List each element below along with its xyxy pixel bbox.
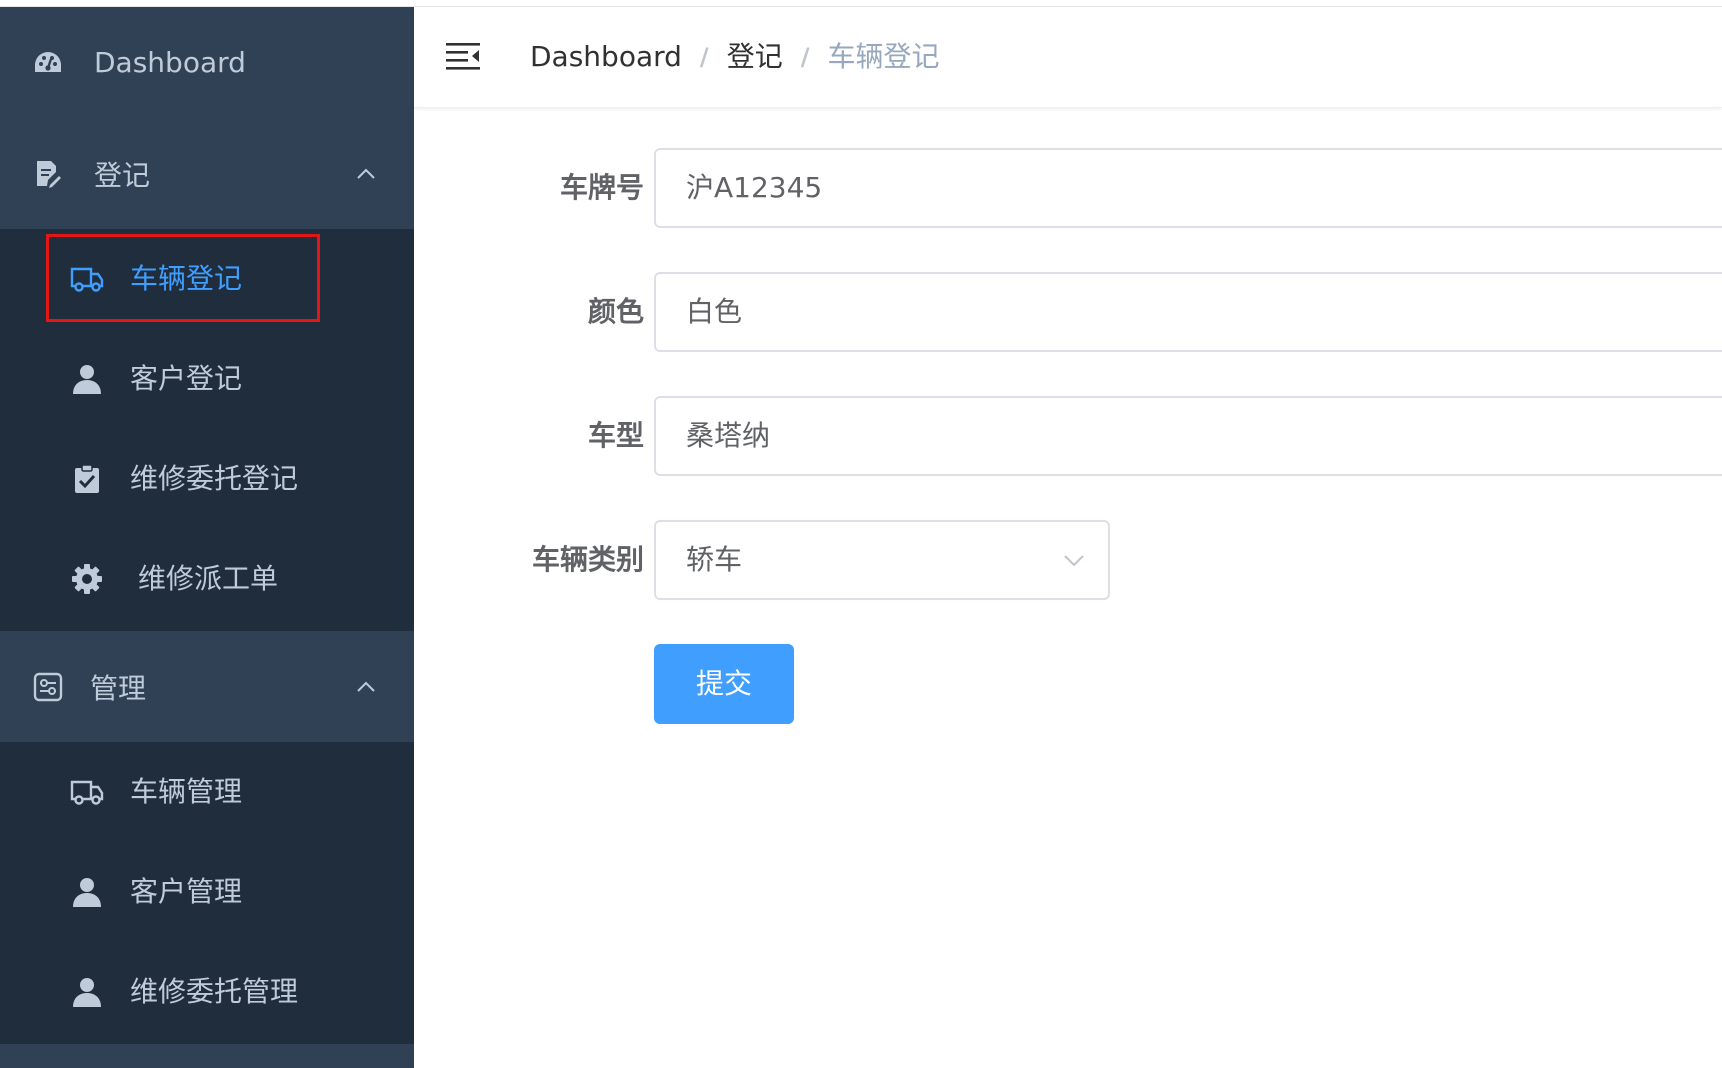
chevron-up-icon [356,677,376,697]
model-label: 车型 [587,419,644,452]
sidebar-item-repair-order-manage[interactable]: 维修委托管理 [0,942,414,1042]
sidebar-item-label: 车辆管理 [130,775,243,808]
breadcrumb-separator: / [800,43,810,71]
control-panel-icon [32,671,64,703]
chevron-down-icon [1062,548,1086,572]
category-label: 车辆类别 [531,543,644,576]
sidebar-next-group[interactable] [0,1044,414,1068]
sidebar-group-label: 管理 [90,671,147,705]
navbar: Dashboard / 登记 / 车辆登记 [414,7,1722,108]
category-select[interactable]: 轿车 [654,520,1110,600]
breadcrumb-item-dashboard[interactable]: Dashboard [530,37,682,77]
breadcrumb-separator: / [699,43,709,71]
user-icon [70,363,104,395]
form-row-plate: 车牌号 沪A12345 [414,148,1722,228]
sidebar-item-label: 维修委托登记 [130,462,299,495]
submit-button[interactable]: 提交 [654,644,794,724]
sidebar-item-customer-register[interactable]: 客户登记 [0,329,414,429]
model-input[interactable]: 桑塔纳 [654,396,1722,476]
truck-icon [70,263,104,295]
sidebar-item-label: 维修派工单 [138,562,279,595]
sidebar-group-label: 登记 [94,158,151,192]
sidebar-group-register[interactable]: 登记 [0,118,414,229]
color-label: 颜色 [587,295,644,328]
menu-fold-icon[interactable] [446,41,480,71]
sidebar-item-label: 客户登记 [130,362,243,395]
sidebar-item-dashboard[interactable]: Dashboard [0,7,414,118]
form-row-color: 颜色 白色 [414,272,1722,352]
breadcrumb-item-current: 车辆登记 [827,40,940,73]
top-border [0,0,1722,7]
user-icon [70,876,104,908]
sidebar-group-manage[interactable]: 管理 [0,631,414,742]
plate-label: 车牌号 [559,171,644,204]
clipboard-check-icon [70,463,104,495]
color-input[interactable]: 白色 [654,272,1722,352]
plate-input[interactable]: 沪A12345 [654,148,1722,228]
sidebar-item-label: 维修委托管理 [130,975,299,1008]
sidebar-item-label: 客户管理 [130,875,243,908]
form-row-category: 车辆类别 轿车 [414,520,1722,600]
form-row-model: 车型 桑塔纳 [414,396,1722,476]
user-icon [70,976,104,1008]
sidebar-item-vehicle-register[interactable]: 车辆登记 [0,229,414,329]
sidebar-item-customer-manage[interactable]: 客户管理 [0,842,414,942]
gear-icon [70,563,104,595]
sidebar: Dashboard 登记 车辆登记 客户登记 维修委托登记 维修派工单 管理 车… [0,7,414,1068]
dashboard-icon [32,47,64,79]
sidebar-item-repair-order-register[interactable]: 维修委托登记 [0,429,414,529]
sidebar-item-dispatch-order[interactable]: 维修派工单 [0,529,414,629]
breadcrumb: Dashboard / 登记 / 车辆登记 [530,37,939,77]
chevron-up-icon [356,164,376,184]
sidebar-item-label: 车辆登记 [130,262,243,295]
document-edit-icon [32,158,64,190]
truck-icon [70,776,104,808]
breadcrumb-item-register[interactable]: 登记 [727,37,783,77]
category-select-value: 轿车 [686,543,743,576]
sidebar-item-vehicle-manage[interactable]: 车辆管理 [0,742,414,842]
sidebar-item-label: Dashboard [94,46,246,79]
